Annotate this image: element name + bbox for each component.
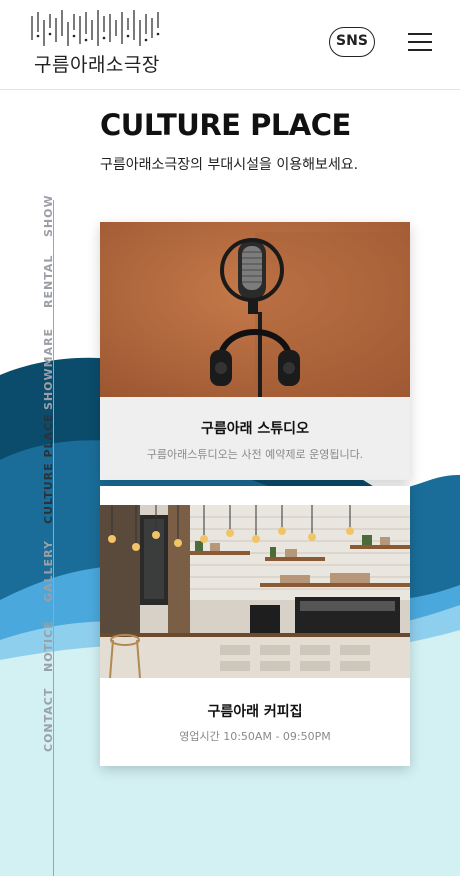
card-title: 구름아래 스튜디오 xyxy=(201,421,309,437)
logo-sound-bars-icon xyxy=(31,10,160,46)
page-title: CULTURE PLACE xyxy=(100,108,351,142)
side-nav-gallery[interactable]: GALLERY xyxy=(42,540,55,602)
menu-line xyxy=(408,49,432,51)
side-nav-showmare[interactable]: SHOWMARE xyxy=(42,328,55,410)
hamburger-menu-icon[interactable] xyxy=(408,32,434,52)
card-description: 영업시간 10:50AM - 09:50PM xyxy=(179,730,331,743)
card-description: 구름아래스튜디오는 사전 예약제로 운영됩니다. xyxy=(146,448,364,461)
side-nav-show[interactable]: SHOW xyxy=(42,194,55,237)
card-coffee-shop[interactable]: 구름아래 커피집 영업시간 10:50AM - 09:50PM xyxy=(100,486,410,766)
card-title: 구름아래 커피집 xyxy=(207,704,303,720)
menu-line xyxy=(408,41,432,43)
card-studio[interactable]: 구름아래 스튜디오 구름아래스튜디오는 사전 예약제로 운영됩니다. xyxy=(100,222,410,480)
side-nav-contact[interactable]: CONTACT xyxy=(42,688,55,752)
coffee-shop-image xyxy=(100,505,410,678)
page-subtitle: 구름아래소극장의 부대시설을 이용해보세요. xyxy=(100,157,359,173)
studio-microphone-image xyxy=(100,222,410,397)
site-logo[interactable]: 구름아래소극장 xyxy=(28,10,168,76)
side-nav-culture-place[interactable]: CULTURE PLACE xyxy=(42,413,55,524)
menu-line xyxy=(408,33,432,35)
side-nav-notice[interactable]: NOTICE xyxy=(42,620,55,672)
sns-button[interactable]: SNS xyxy=(329,27,375,57)
site-header: 구름아래소극장 SNS xyxy=(0,0,460,90)
logo-text: 구름아래소극장 xyxy=(34,54,160,76)
side-nav-rental[interactable]: RENTAL xyxy=(42,255,55,308)
